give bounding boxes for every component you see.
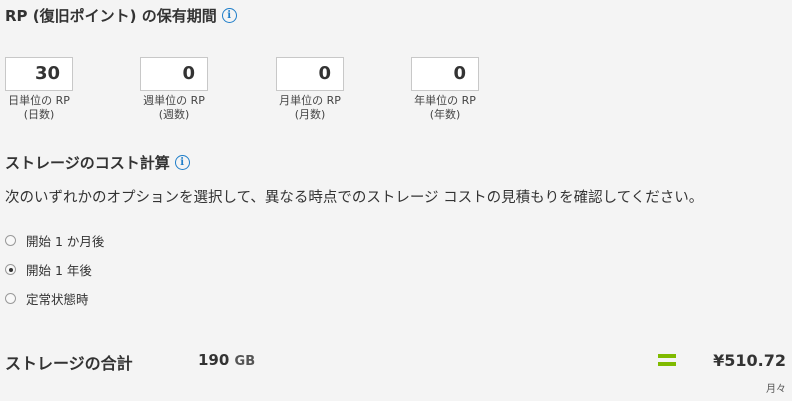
daily-rp-input[interactable]: 30 [5,57,73,91]
yearly-rp-label: 年単位の RP (年数) [405,94,485,122]
yearly-rp-label-line1: 年単位の RP [414,94,476,107]
storage-cost-title: ストレージのコスト計算 i [5,152,190,173]
storage-total-size: 190 GB [198,351,255,369]
storage-cost-description: 次のいずれかのオプションを選択して、異なる時点でのストレージ コストの見積もりを… [5,190,704,206]
radio-button[interactable] [5,293,16,304]
storage-total-price: ¥510.72 [713,351,786,370]
weekly-rp-label-line2: (週数) [158,108,190,121]
option-one-year[interactable]: 開始 1 年後 [5,260,92,279]
option-steady-state-label: 定常状態時 [26,292,89,307]
rp-retention-title-text: RP (復旧ポイント) の保有期間 [5,7,217,25]
rp-retention-title: RP (復旧ポイント) の保有期間 i [5,5,237,26]
weekly-rp-label-line1: 週単位の RP [143,94,205,107]
yearly-rp-label-line2: (年数) [429,108,461,121]
storage-total-size-value: 190 [198,351,230,369]
radio-button-selected[interactable] [5,264,16,275]
daily-rp-label-line2: (日数) [23,108,55,121]
option-one-month-label: 開始 1 か月後 [26,234,105,249]
daily-rp-label-line1: 日単位の RP [8,94,70,107]
info-icon[interactable]: i [221,8,237,23]
storage-total-label: ストレージの合計 [5,354,133,373]
option-steady-state[interactable]: 定常状態時 [5,289,89,308]
yearly-rp-input[interactable]: 0 [411,57,479,91]
monthly-rp-label-line2: (月数) [294,108,326,121]
price-period: 月々 [766,384,786,395]
option-one-year-label: 開始 1 年後 [26,263,92,278]
storage-cost-title-text: ストレージのコスト計算 [5,154,170,172]
option-one-month[interactable]: 開始 1 か月後 [5,231,104,250]
weekly-rp-label: 週単位の RP (週数) [134,94,214,122]
monthly-rp-label-line1: 月単位の RP [279,94,341,107]
info-icon[interactable]: i [174,155,190,170]
radio-button[interactable] [5,235,16,246]
storage-total-size-unit: GB [234,354,256,369]
monthly-rp-label: 月単位の RP (月数) [270,94,350,122]
weekly-rp-input[interactable]: 0 [140,57,208,91]
equals-icon [658,354,676,366]
daily-rp-label: 日単位の RP (日数) [0,94,79,122]
monthly-rp-input[interactable]: 0 [276,57,344,91]
